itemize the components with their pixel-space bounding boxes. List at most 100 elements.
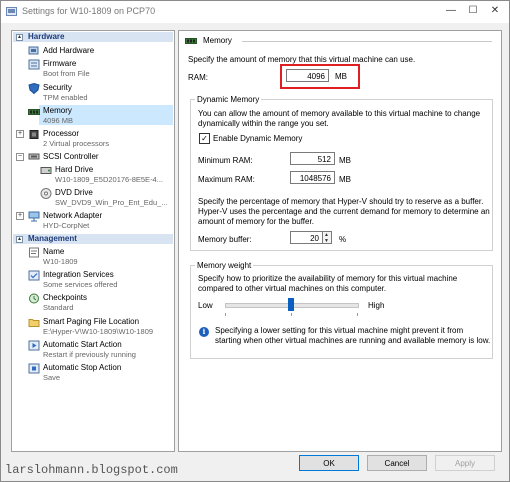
minimum-ram-input[interactable]: 512 (290, 152, 335, 165)
memory-weight-slider[interactable] (225, 298, 359, 316)
expand-icon[interactable]: + (16, 130, 24, 138)
sidebar-item-label: Name (43, 247, 65, 256)
sidebar-item-hard-drive[interactable]: Hard Drive W10-1809_E5D20176-8E5E-4... (12, 164, 172, 186)
sidebar-item-sublabel: W10-1809_E5D20176-8E5E-4... (55, 175, 163, 184)
sidebar-item-label: Checkpoints (43, 293, 88, 302)
maximum-ram-input[interactable]: 1048576 (290, 171, 335, 184)
memory-settings-pane: Memory Specify the amount of memory that… (178, 30, 502, 452)
sidebar-item-sublabel: Restart if previously running (43, 350, 136, 359)
shield-icon (28, 83, 40, 94)
sidebar-item-sublabel: SW_DVD9_Win_Pro_Ent_Edu_... (55, 198, 168, 207)
sidebar-item-memory[interactable]: Memory 4096 MB (12, 105, 173, 127)
integration-icon (28, 270, 40, 281)
window-title: Settings for W10-1809 on PCP70 (22, 6, 156, 16)
close-button[interactable]: ✕ (485, 3, 505, 19)
sidebar-item-network-adapter[interactable]: + Network Adapter HYD-CorpNet (12, 210, 172, 232)
slider-tick (291, 313, 292, 316)
enable-dynamic-memory-label: Enable Dynamic Memory (213, 134, 303, 143)
start-action-icon (28, 340, 40, 351)
sidebar-item-label: Security (43, 83, 72, 92)
minimum-ram-unit: MB (339, 156, 351, 165)
sidebar-item-add-hardware[interactable]: Add Hardware (12, 45, 172, 57)
memory-buffer-unit: % (339, 235, 347, 244)
memory-weight-desc: compared to other virtual machines on th… (198, 284, 387, 293)
sidebar-item-sublabel: W10-1809 (43, 257, 78, 266)
sidebar-item-scsi-controller[interactable]: − SCSI Controller (12, 151, 172, 163)
ok-button[interactable]: OK (299, 455, 359, 471)
memory-buffer-label: Memory buffer: (198, 235, 252, 244)
slider-tick (225, 313, 226, 316)
sidebar-item-name[interactable]: Name W10-1809 (12, 246, 172, 268)
dynamic-memory-legend: Dynamic Memory (195, 95, 262, 104)
management-header-label: Management (28, 234, 77, 243)
sidebar-item-sublabel: Boot from File (43, 69, 90, 78)
ram-input[interactable]: 4096 (286, 69, 329, 82)
sidebar-item-firmware[interactable]: Firmware Boot from File (12, 58, 172, 80)
title-bar: Settings for W10-1809 on PCP70 — ☐ ✕ (1, 1, 509, 23)
maximum-ram-unit: MB (339, 175, 351, 184)
settings-tree[interactable]: ▴ Hardware Add Hardware Firmware Boot fr… (11, 30, 175, 452)
add-hardware-icon (28, 46, 39, 55)
sidebar-item-sublabel: E:\Hyper-V\W10-1809\W10-1809 (43, 327, 154, 336)
sidebar-item-label: Network Adapter (43, 211, 103, 220)
info-icon: i (199, 327, 209, 337)
ram-unit-label: MB (335, 72, 347, 81)
sidebar-item-automatic-start[interactable]: Automatic Start Action Restart if previo… (12, 339, 172, 361)
dynamic-memory-desc: dynamically within the range you set. (198, 119, 329, 128)
firmware-icon (28, 59, 40, 70)
memory-buffer-desc: Specify the percentage of memory that Hy… (198, 197, 484, 206)
settings-app-icon (6, 7, 17, 16)
header-divider (242, 41, 492, 42)
sidebar-item-label: Automatic Start Action (43, 340, 122, 349)
cancel-button[interactable]: Cancel (367, 455, 427, 471)
expand-icon[interactable]: + (16, 212, 24, 220)
sidebar-item-checkpoints[interactable]: Checkpoints Standard (12, 292, 172, 314)
sidebar-item-processor[interactable]: + Processor 2 Virtual processors (12, 128, 172, 150)
memory-buffer-spinner[interactable]: ▲ ▼ (323, 231, 332, 244)
folder-icon (28, 319, 40, 327)
hardware-header-label: Hardware (28, 32, 65, 41)
sidebar-item-automatic-stop[interactable]: Automatic Stop Action Save (12, 362, 172, 384)
blog-watermark: larslohmann.blogspot.com (5, 463, 178, 477)
hard-drive-icon (40, 167, 52, 174)
sidebar-item-integration-services[interactable]: Integration Services Some services offer… (12, 269, 172, 291)
management-section-header[interactable]: ▴ Management (13, 234, 173, 244)
sidebar-item-smart-paging[interactable]: Smart Paging File Location E:\Hyper-V\W1… (12, 316, 172, 338)
memory-weight-legend: Memory weight (195, 261, 254, 270)
sidebar-item-label: SCSI Controller (43, 152, 99, 161)
memory-intro-text: Specify the amount of memory that this v… (188, 55, 416, 64)
sidebar-item-sublabel: TPM enabled (43, 93, 88, 102)
weight-low-label: Low (198, 301, 213, 310)
sidebar-item-label: Smart Paging File Location (43, 317, 140, 326)
collapse-icon[interactable]: ▴ (16, 236, 23, 243)
memory-weight-desc: Specify how to prioritize the availabili… (198, 274, 458, 283)
network-adapter-icon (28, 211, 40, 222)
spin-down-icon[interactable]: ▼ (324, 238, 329, 244)
apply-button[interactable]: Apply (435, 455, 495, 471)
collapse-icon[interactable]: ▴ (16, 34, 23, 41)
memory-buffer-desc: Hyper-V uses the percentage and the curr… (198, 207, 490, 216)
sidebar-item-label: Integration Services (43, 270, 114, 279)
minimize-button[interactable]: — (441, 3, 461, 19)
collapse-icon[interactable]: − (16, 153, 24, 161)
sidebar-item-security[interactable]: Security TPM enabled (12, 82, 172, 104)
memory-icon (28, 109, 40, 115)
sidebar-item-label: Firmware (43, 59, 77, 68)
sidebar-item-label: Processor (43, 129, 80, 138)
weight-high-label: High (368, 301, 385, 310)
maximize-button[interactable]: ☐ (463, 3, 483, 19)
minimum-ram-label: Minimum RAM: (198, 156, 253, 165)
slider-thumb[interactable] (288, 298, 294, 311)
sidebar-item-dvd-drive[interactable]: DVD Drive SW_DVD9_Win_Pro_Ent_Edu_... (12, 187, 172, 209)
stop-action-icon (28, 363, 40, 374)
memory-buffer-input[interactable]: 20 (290, 231, 323, 244)
enable-dynamic-memory-checkbox[interactable]: ✓ (199, 133, 210, 144)
sidebar-item-sublabel: 4096 MB (43, 116, 74, 125)
ram-label: RAM: (188, 73, 208, 82)
sidebar-item-label: Add Hardware (43, 46, 95, 55)
memory-buffer-desc: amount of memory for the buffer. (198, 217, 314, 226)
sidebar-item-label: Hard Drive (55, 165, 94, 174)
hardware-section-header[interactable]: ▴ Hardware (13, 32, 173, 42)
sidebar-item-sublabel: 2 Virtual processors (43, 139, 110, 148)
memory-header-label: Memory (203, 36, 232, 45)
